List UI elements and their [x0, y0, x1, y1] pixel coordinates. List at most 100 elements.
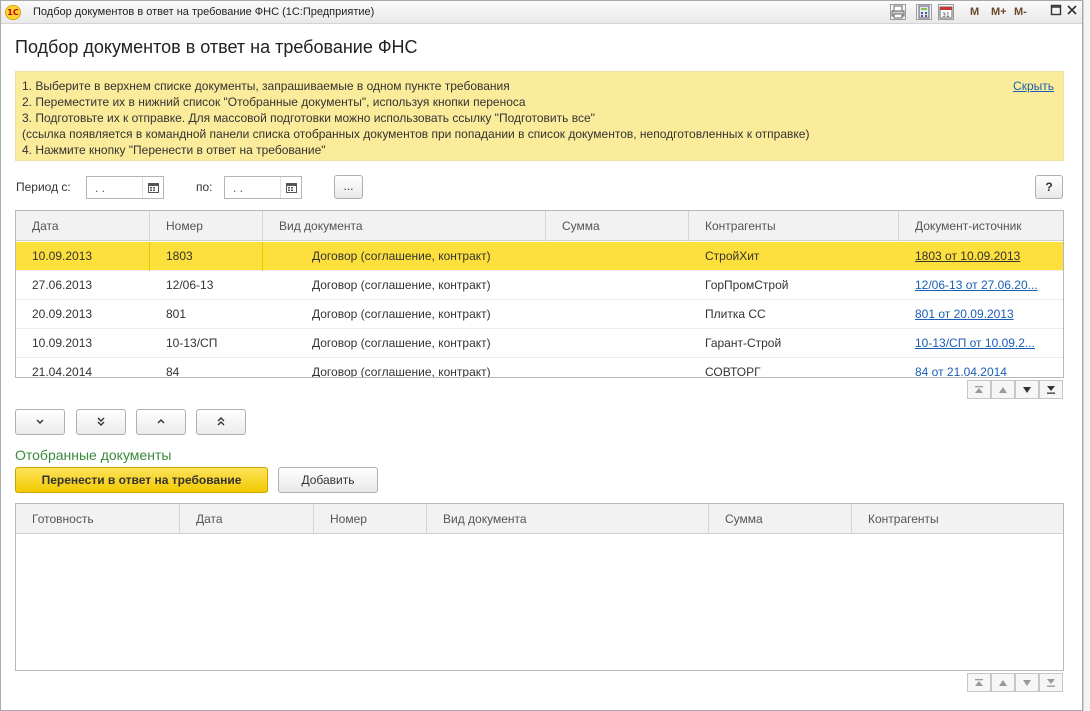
maximize-icon[interactable] — [1049, 4, 1063, 18]
column-header-sum[interactable]: Сумма — [709, 504, 852, 534]
period-to-input[interactable]: . . — [224, 176, 302, 199]
move-down-button[interactable] — [15, 409, 65, 435]
calculator-icon[interactable] — [916, 4, 932, 20]
period-from-value: . . — [95, 181, 106, 195]
close-icon[interactable] — [1065, 4, 1079, 18]
page-title: Подбор документов в ответ на требование … — [15, 37, 418, 57]
hide-instructions-link[interactable]: Скрыть — [1013, 79, 1054, 93]
cell-number: 10-13/СП — [166, 336, 218, 350]
column-header-date[interactable]: Дата — [180, 504, 314, 534]
scroll-to-bottom-icon[interactable] — [1039, 673, 1063, 692]
period-from-input[interactable]: . . — [86, 176, 164, 199]
source-document-link[interactable]: 801 от 20.09.2013 — [915, 307, 1014, 321]
source-document-link[interactable]: 1803 от 10.09.2013 — [915, 249, 1020, 263]
cell-doc-type: Договор (соглашение, контракт) — [312, 365, 491, 378]
column-header-number[interactable]: Номер — [150, 211, 263, 241]
period-to-label: по: — [196, 180, 213, 194]
window-edge — [1083, 0, 1090, 711]
cell-date: 10.09.2013 — [16, 242, 150, 271]
move-all-up-button[interactable] — [196, 409, 246, 435]
cell-date: 27.06.2013 — [32, 278, 93, 292]
calendar-icon[interactable] — [280, 177, 301, 198]
cell-doc-type: Договор (соглашение, контракт) — [312, 307, 491, 321]
column-header-readiness[interactable]: Готовность — [16, 504, 180, 534]
cell-number: 84 — [166, 365, 180, 378]
top-table-nav — [967, 380, 1064, 399]
cell-doc-type: Договор (соглашение, контракт) — [312, 278, 491, 292]
column-header-counterparty[interactable]: Контрагенты — [852, 504, 1063, 534]
column-header-number[interactable]: Номер — [314, 504, 427, 534]
cell-number: 1803 — [150, 242, 263, 271]
column-header-date[interactable]: Дата — [16, 211, 150, 241]
cell-counterparty: Плитка СС — [705, 307, 766, 321]
add-button[interactable]: Добавить — [278, 467, 378, 493]
source-document-link[interactable]: 10-13/СП от 10.09.2... — [915, 336, 1035, 350]
cell-date: 10.09.2013 — [32, 336, 93, 350]
cell-doc-type: Договор (соглашение, контракт) — [312, 336, 491, 350]
instruction-line: (ссылка появляется в командной панели сп… — [22, 127, 810, 141]
cell-counterparty: СОВТОРГ — [705, 365, 761, 378]
cell-sum — [546, 271, 689, 300]
instruction-panel: 1. Выберите в верхнем списке документы, … — [15, 71, 1064, 161]
cell-sum — [546, 358, 689, 377]
selected-documents-table[interactable]: Готовность Дата Номер Вид документа Сумм… — [15, 503, 1064, 671]
memory-plus-button[interactable]: M+ — [991, 6, 1007, 18]
column-header-sum[interactable]: Сумма — [546, 211, 689, 241]
selected-documents-title: Отобранные документы — [15, 447, 172, 463]
cell-date: 20.09.2013 — [32, 307, 93, 321]
table-row[interactable]: 27.06.2013 12/06-13 Договор (соглашение,… — [16, 271, 1063, 300]
calendar-icon[interactable]: 31 — [938, 4, 954, 20]
table-row[interactable]: 10.09.2013 1803 Договор (соглашение, кон… — [16, 242, 1063, 271]
cell-counterparty: СтройХит — [705, 249, 760, 263]
column-header-doc-type[interactable]: Вид документа — [427, 504, 709, 534]
scroll-down-icon[interactable] — [1015, 380, 1039, 399]
table-row[interactable]: 10.09.2013 10-13/СП Договор (соглашение,… — [16, 329, 1063, 358]
documents-table[interactable]: Дата Номер Вид документа Сумма Контраген… — [15, 210, 1064, 378]
memory-m-button[interactable]: M — [970, 6, 979, 18]
calendar-icon[interactable] — [142, 177, 163, 198]
print-icon[interactable] — [890, 4, 906, 20]
table-row[interactable]: 21.04.2014 84 Договор (соглашение, контр… — [16, 358, 1063, 378]
instruction-line: 3. Подготовьте их к отправке. Для массов… — [22, 111, 595, 125]
bottom-table-nav — [967, 673, 1064, 692]
svg-text:31: 31 — [942, 12, 950, 19]
cell-sum — [546, 329, 689, 358]
cell-counterparty: ГорПромСтрой — [705, 278, 789, 292]
title-bar: 1С Подбор документов в ответ на требован… — [1, 1, 1082, 24]
cell-number: 12/06-13 — [166, 278, 214, 292]
source-document-link[interactable]: 12/06-13 от 27.06.20... — [915, 278, 1038, 292]
app-logo-icon: 1С — [5, 5, 21, 20]
cell-number: 801 — [166, 307, 187, 321]
cell-doc-type: Договор (соглашение, контракт) — [312, 249, 491, 263]
cell-counterparty: Гарант-Строй — [705, 336, 782, 350]
column-header-doc-type[interactable]: Вид документа — [263, 211, 546, 241]
cell-date: 21.04.2014 — [32, 365, 93, 378]
table-header: Дата Номер Вид документа Сумма Контраген… — [16, 211, 1063, 241]
scroll-up-icon[interactable] — [991, 380, 1015, 399]
scroll-to-top-icon[interactable] — [967, 380, 991, 399]
move-all-down-button[interactable] — [76, 409, 126, 435]
period-to-value: . . — [233, 181, 244, 195]
select-period-button[interactable]: ... — [334, 175, 363, 199]
column-header-counterparty[interactable]: Контрагенты — [689, 211, 899, 241]
scroll-down-icon[interactable] — [1015, 673, 1039, 692]
instruction-line: 4. Нажмите кнопку "Перенести в ответ на … — [22, 143, 326, 157]
app-window: 1С Подбор документов в ответ на требован… — [0, 0, 1083, 711]
source-document-link[interactable]: 84 от 21.04.2014 — [915, 365, 1007, 377]
scroll-to-top-icon[interactable] — [967, 673, 991, 692]
memory-minus-button[interactable]: M- — [1014, 6, 1027, 18]
help-button[interactable]: ? — [1035, 175, 1063, 199]
move-up-button[interactable] — [136, 409, 186, 435]
cell-sum — [546, 300, 689, 329]
instruction-line: 2. Переместите их в нижний список "Отобр… — [22, 95, 526, 109]
scroll-to-bottom-icon[interactable] — [1039, 380, 1063, 399]
table-row[interactable]: 20.09.2013 801 Договор (соглашение, конт… — [16, 300, 1063, 329]
table-header: Готовность Дата Номер Вид документа Сумм… — [16, 504, 1063, 534]
column-header-source-doc[interactable]: Документ-источник — [899, 211, 1063, 241]
window-title: Подбор документов в ответ на требование … — [33, 6, 375, 18]
period-from-label: Период с: — [16, 180, 71, 194]
scroll-up-icon[interactable] — [991, 673, 1015, 692]
transfer-to-response-button[interactable]: Перенести в ответ на требование — [15, 467, 268, 493]
instruction-line: 1. Выберите в верхнем списке документы, … — [22, 79, 510, 93]
cell-sum — [546, 242, 689, 271]
